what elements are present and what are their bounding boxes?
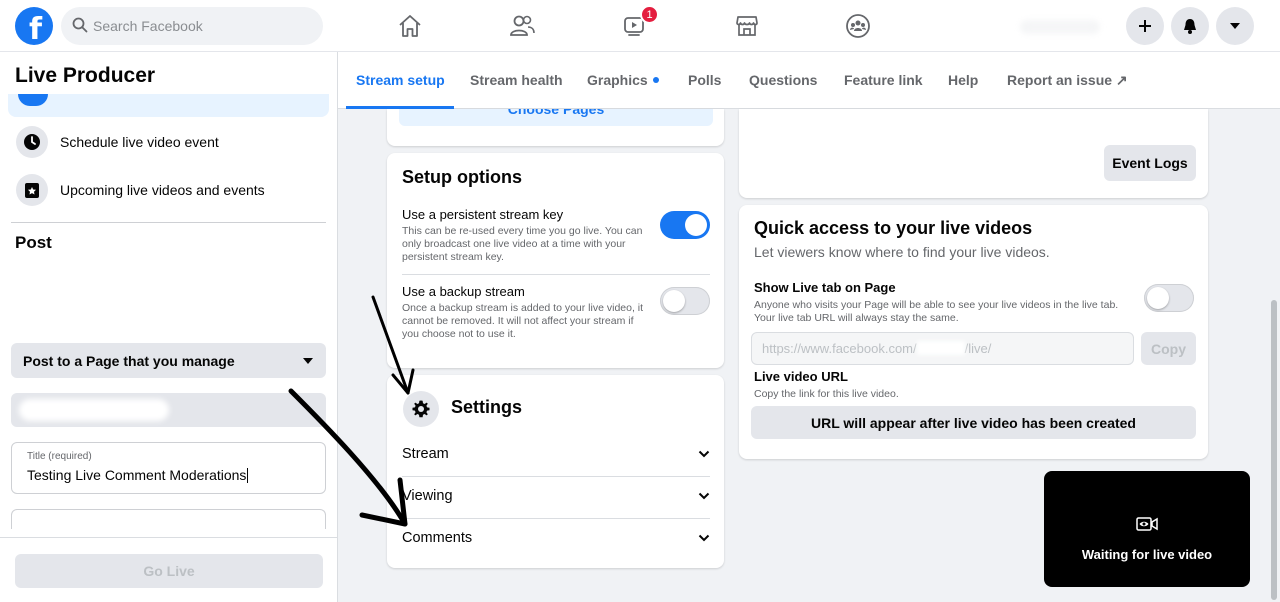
title-field[interactable]: Title (required) Testing Live Comment Mo… xyxy=(11,442,326,494)
persistent-key-toggle[interactable] xyxy=(660,211,710,239)
tab-graphics-label: Graphics xyxy=(587,72,648,88)
url-suffix: /live/ xyxy=(964,341,992,356)
blurred-page-name xyxy=(19,399,169,421)
live-video-url-placeholder: URL will appear after live video has bee… xyxy=(751,406,1196,439)
tab-graphics[interactable]: Graphics xyxy=(587,72,659,88)
blurred-profile-name xyxy=(1020,20,1100,34)
settings-row-viewing[interactable]: Viewing xyxy=(402,475,710,517)
live-video-url-description: Copy the link for this live video. xyxy=(754,388,899,400)
notifications-button[interactable] xyxy=(1171,7,1209,45)
setup-options-card: Setup options Use a persistent stream ke… xyxy=(387,153,724,368)
post-heading: Post xyxy=(15,233,52,252)
settings-row-comments[interactable]: Comments xyxy=(402,517,710,559)
video-eye-icon xyxy=(1136,517,1158,531)
facebook-logo[interactable]: f xyxy=(15,7,53,47)
chevron-down-icon xyxy=(698,450,710,458)
search-box[interactable] xyxy=(61,7,323,45)
search-input[interactable] xyxy=(93,7,313,45)
waiting-for-video-text: Waiting for live video xyxy=(1081,547,1213,562)
backup-stream-title: Use a backup stream xyxy=(402,284,525,299)
choose-pages-button[interactable]: Choose Pages xyxy=(399,109,713,126)
facebook-logo-letter: f xyxy=(29,12,43,47)
tab-polls[interactable]: Polls xyxy=(688,72,721,88)
backup-stream-toggle[interactable] xyxy=(660,287,710,315)
title-input[interactable]: Testing Live Comment Moderations xyxy=(27,467,246,483)
sidebar-item-selected[interactable] xyxy=(8,94,329,117)
calendar-star-icon xyxy=(16,174,48,206)
go-live-footer: Go Live xyxy=(0,537,337,602)
friends-icon[interactable] xyxy=(505,10,539,42)
plus-icon xyxy=(1139,20,1151,32)
blurred-page-slug xyxy=(916,341,965,355)
groups-icon[interactable] xyxy=(841,10,875,42)
bell-icon xyxy=(1184,19,1196,34)
tab-stream-setup[interactable]: Stream setup xyxy=(356,72,445,88)
marketplace-icon[interactable] xyxy=(730,10,764,42)
settings-row-stream[interactable]: Stream xyxy=(402,433,710,475)
sidebar-item-schedule[interactable]: Schedule live video event xyxy=(8,120,329,164)
tab-report-issue[interactable]: Report an issue ↗ xyxy=(1007,72,1128,89)
choose-pages-label: Choose Pages xyxy=(507,109,605,117)
show-live-tab-toggle[interactable] xyxy=(1144,284,1194,312)
setup-options-title: Setup options xyxy=(402,167,522,187)
main-scrollbar[interactable] xyxy=(1256,109,1280,602)
option-divider xyxy=(402,274,710,275)
chevron-down-icon xyxy=(698,534,710,542)
tab-feature-link[interactable]: Feature link xyxy=(844,72,923,88)
settings-row-label: Viewing xyxy=(402,488,453,504)
new-indicator-dot xyxy=(652,77,659,83)
clock-icon xyxy=(16,126,48,158)
top-navigation-bar: f 1 xyxy=(0,0,1280,52)
toggle-knob xyxy=(1147,287,1169,309)
chevron-down-icon xyxy=(698,492,710,500)
caret-down-icon xyxy=(303,357,313,364)
watch-notification-badge: 1 xyxy=(640,5,659,24)
home-icon[interactable] xyxy=(393,10,427,42)
live-producer-sidebar: Live Producer Schedule live video event … xyxy=(0,52,338,602)
tab-help[interactable]: Help xyxy=(948,72,978,88)
backup-stream-description: Once a backup stream is added to your li… xyxy=(402,302,644,340)
post-destination-label: Post to a Page that you manage xyxy=(23,352,235,369)
sidebar-item-label: Upcoming live videos and events xyxy=(60,182,265,198)
tab-questions[interactable]: Questions xyxy=(749,72,817,88)
show-live-tab-description: Anyone who visits your Page will be able… xyxy=(754,299,1119,324)
post-destination-dropdown[interactable]: Post to a Page that you manage xyxy=(11,343,326,378)
quick-access-subtitle: Let viewers know where to find your live… xyxy=(754,244,1050,260)
settings-card: Settings Stream Viewing Comments xyxy=(387,375,724,568)
url-prefix: https://www.facebook.com/ xyxy=(762,341,917,356)
settings-title: Settings xyxy=(451,397,523,417)
account-menu-button[interactable] xyxy=(1216,7,1254,45)
tab-stream-health[interactable]: Stream health xyxy=(470,72,563,88)
gear-icon xyxy=(403,391,439,427)
go-live-button[interactable]: Go Live xyxy=(15,554,323,588)
settings-row-label: Stream xyxy=(402,446,449,462)
persistent-key-title: Use a persistent stream key xyxy=(402,207,564,222)
toggle-knob xyxy=(663,290,685,312)
persistent-key-description: This can be re-used every time you go li… xyxy=(402,225,643,263)
search-icon xyxy=(72,17,88,33)
sidebar-divider xyxy=(11,222,326,223)
page-selector[interactable] xyxy=(11,393,326,427)
caret-down-icon xyxy=(1230,23,1240,29)
sidebar-title: Live Producer xyxy=(15,64,156,87)
title-field-label: Title (required) xyxy=(27,451,92,462)
scroll-thumb[interactable] xyxy=(1271,300,1277,600)
settings-row-label: Comments xyxy=(402,530,473,546)
sidebar-item-upcoming[interactable]: Upcoming live videos and events xyxy=(8,168,329,212)
description-field[interactable] xyxy=(11,509,326,529)
show-live-tab-title: Show Live tab on Page xyxy=(754,280,896,295)
quick-access-title: Quick access to your live videos xyxy=(754,218,1033,238)
tab-bar: Stream setup Stream health Graphics Poll… xyxy=(338,52,1280,109)
live-tab-url-field[interactable]: https://www.facebook.com/ /live/ xyxy=(751,332,1134,365)
copy-url-button[interactable]: Copy xyxy=(1141,332,1196,365)
sidebar-item-label: Schedule live video event xyxy=(60,134,219,150)
event-logs-button[interactable]: Event Logs xyxy=(1104,145,1196,181)
toggle-knob xyxy=(685,214,707,236)
text-cursor xyxy=(247,468,249,483)
live-preview-player[interactable]: Waiting for live video xyxy=(1044,471,1250,587)
create-button[interactable] xyxy=(1126,7,1164,45)
live-video-url-title: Live video URL xyxy=(754,369,848,384)
